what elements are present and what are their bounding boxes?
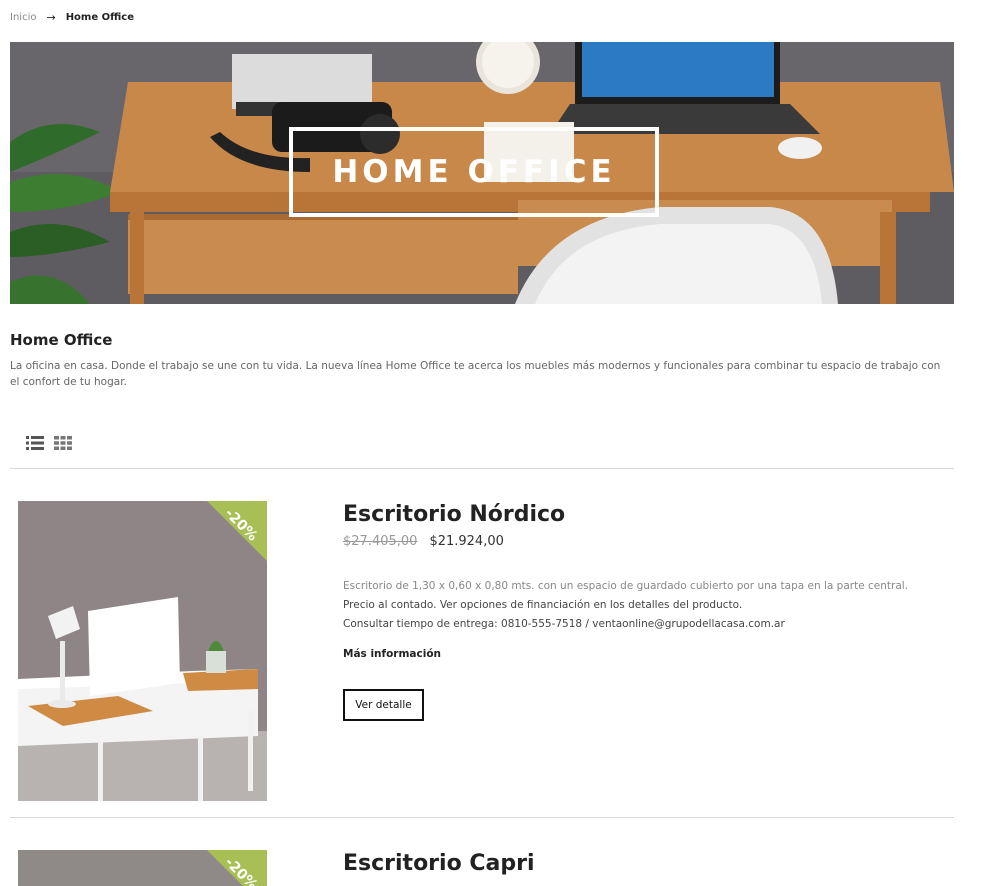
old-price: $27.405,00 <box>343 534 418 549</box>
product-image[interactable]: -20% <box>18 501 267 801</box>
product-desc-line: Precio al contado. Ver opciones de finan… <box>343 599 743 611</box>
banner-title-frame: HOME OFFICE <box>289 127 659 217</box>
current-price: $21.924,00 <box>429 534 504 549</box>
product-desc-line: Consultar tiempo de entrega: 0810-555-75… <box>343 618 785 630</box>
category-description: La oficina en casa. Donde el trabajo se … <box>10 360 941 388</box>
more-info-link[interactable]: Más información <box>343 648 441 660</box>
view-detail-button[interactable]: Ver detalle <box>343 689 424 721</box>
breadcrumb: Inicio → Home Office <box>10 11 134 24</box>
category-banner: HOME OFFICE <box>10 42 954 304</box>
discount-badge: -20% <box>207 850 267 886</box>
breadcrumb-arrow-icon: → <box>46 11 56 24</box>
breadcrumb-home-link[interactable]: Inicio <box>10 12 36 23</box>
product-desc-line: Escritorio de 1,30 x 0,60 x 0,80 mts. co… <box>343 580 909 592</box>
banner-title: HOME OFFICE <box>332 154 616 190</box>
list-view-icon[interactable] <box>26 436 44 450</box>
product-description: Escritorio de 1,30 x 0,60 x 0,80 mts. co… <box>343 577 908 634</box>
view-toggles <box>26 436 72 450</box>
discount-badge: -20% <box>207 501 267 561</box>
breadcrumb-current: Home Office <box>65 12 134 23</box>
product-prices: $27.405,00 $21.924,00 <box>343 534 504 549</box>
product-title[interactable]: Escritorio Nórdico <box>343 502 565 527</box>
product-title[interactable]: Escritorio Capri <box>343 851 534 876</box>
product-image[interactable]: -20% <box>18 850 267 886</box>
grid-view-icon[interactable] <box>54 436 72 450</box>
divider <box>10 817 954 818</box>
category-title: Home Office <box>10 331 113 349</box>
divider <box>10 468 954 469</box>
